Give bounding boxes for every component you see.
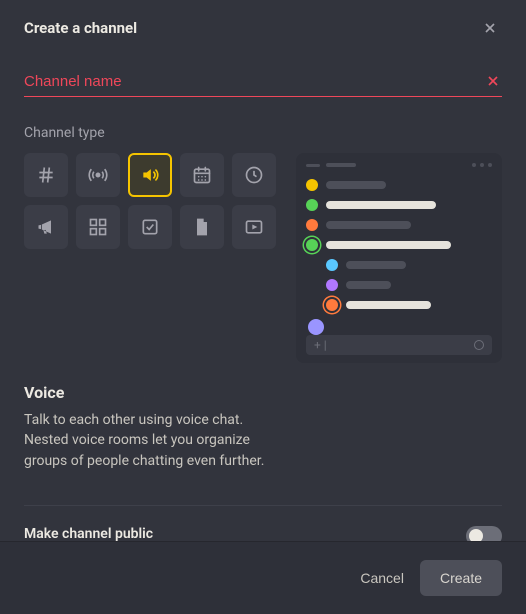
play-icon (244, 217, 264, 237)
type-calendar-button[interactable] (180, 153, 224, 197)
modal-header: Create a channel (0, 0, 526, 48)
megaphone-icon (36, 217, 56, 237)
circle-icon (474, 340, 484, 350)
clock-icon (244, 165, 264, 185)
create-button[interactable]: Create (420, 560, 502, 596)
divider (24, 505, 502, 506)
grid-icon (88, 217, 108, 237)
public-toggle[interactable] (466, 526, 502, 541)
type-schedule-button[interactable] (232, 153, 276, 197)
channel-type-preview: + | (296, 153, 502, 363)
channel-type-grid (24, 153, 276, 363)
signal-icon (88, 165, 108, 185)
channel-name-field (24, 72, 502, 97)
type-forum-button[interactable] (76, 205, 120, 249)
type-doc-button[interactable] (180, 205, 224, 249)
hash-icon (36, 165, 56, 185)
modal-footer: Cancel Create (0, 541, 526, 614)
modal-body: Channel type (0, 48, 526, 541)
preview-input: + | (306, 335, 492, 355)
preview-avatar (308, 319, 324, 335)
type-announce-button[interactable] (24, 205, 68, 249)
volume-icon (140, 165, 160, 185)
preview-header (306, 163, 492, 167)
selected-type-desc: Talk to each other using voice chat. Nes… (24, 410, 279, 471)
x-icon (485, 73, 501, 89)
preview-lines (306, 179, 492, 335)
plus-icon: + | (314, 338, 327, 352)
public-row: Make channel public People who aren't a … (24, 526, 502, 541)
type-voice-button[interactable] (128, 153, 172, 197)
checkbox-icon (140, 217, 160, 237)
channel-type-row: + | (24, 153, 502, 363)
calendar-icon (192, 165, 212, 185)
modal-title: Create a channel (24, 19, 137, 37)
doc-icon (192, 217, 212, 237)
close-button[interactable] (478, 16, 502, 40)
type-list-button[interactable] (128, 205, 172, 249)
public-title: Make channel public (24, 526, 450, 541)
channel-name-input[interactable] (24, 73, 484, 90)
clear-name-button[interactable] (484, 72, 502, 90)
channel-type-label: Channel type (24, 125, 502, 141)
selected-type-name: Voice (24, 383, 502, 402)
create-channel-modal: Create a channel Channel type (0, 0, 526, 614)
type-text-button[interactable] (24, 153, 68, 197)
type-stream-button[interactable] (76, 153, 120, 197)
close-icon (482, 20, 498, 36)
type-media-button[interactable] (232, 205, 276, 249)
cancel-button[interactable]: Cancel (360, 570, 404, 586)
